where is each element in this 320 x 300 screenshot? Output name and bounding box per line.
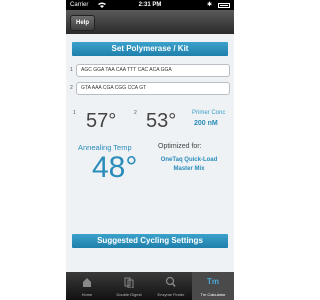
- double-digest-icon: [124, 277, 134, 288]
- primer-1-number: 1: [70, 67, 73, 73]
- annealing-temp-value: 48°: [92, 151, 138, 184]
- primer-conc-label: Primer Conc: [192, 110, 226, 116]
- primer-conc-value[interactable]: 200 nM: [194, 120, 218, 127]
- suggested-cycling-button[interactable]: Suggested Cycling Settings: [72, 234, 228, 248]
- battery-icon: [218, 3, 230, 8]
- home-icon: [83, 278, 91, 287]
- primer-2-input[interactable]: GTA AAA CGA CGG CCA GT: [76, 82, 230, 95]
- tab-tm-calculator-label: Tm Calculator: [200, 292, 226, 297]
- primer-1-input[interactable]: AGC GGA TAA CAA TTT CAC ACA GGA: [76, 64, 230, 77]
- tm-2-number: 2: [134, 110, 137, 116]
- app-screen: Carrier 2:31 PM ✱ Help Set Polymerase / …: [66, 0, 234, 300]
- tab-double-digest-label: Double Digest: [116, 292, 142, 297]
- tab-enzyme-finder[interactable]: Enzyme Finder: [150, 272, 192, 300]
- primer-2-number: 2: [70, 85, 73, 91]
- tab-home-label: Home: [81, 292, 93, 297]
- optimized-for-value: OneTaq Quick-Load Master Mix: [160, 157, 218, 172]
- tm-2-value: 53°: [146, 110, 177, 132]
- help-button[interactable]: Help: [70, 15, 96, 31]
- set-polymerase-button[interactable]: Set Polymerase / Kit: [72, 42, 228, 56]
- bluetooth-icon: ✱: [206, 2, 212, 8]
- tm-1-value: 57°: [86, 110, 117, 132]
- tab-bar: Home Double Digest Enzyme Finder Tm Tm C…: [66, 272, 234, 300]
- primer-2-row: 2 GTA AAA CGA CGG CCA GT: [70, 82, 230, 96]
- optimized-for-label: Optimized for:: [158, 143, 202, 150]
- status-bar: Carrier 2:31 PM ✱: [66, 0, 234, 10]
- tm-1-number: 1: [73, 110, 76, 116]
- search-icon: [165, 276, 176, 287]
- tab-tm-calculator[interactable]: Tm Tm Calculator: [192, 272, 234, 300]
- tab-home[interactable]: Home: [66, 272, 108, 300]
- tm-icon: Tm: [207, 277, 219, 286]
- primer-1-row: 1 AGC GGA TAA CAA TTT CAC ACA GGA: [70, 64, 230, 78]
- navigation-bar: Help: [66, 10, 234, 34]
- tab-enzyme-finder-label: Enzyme Finder: [157, 292, 185, 297]
- tab-double-digest[interactable]: Double Digest: [108, 272, 150, 300]
